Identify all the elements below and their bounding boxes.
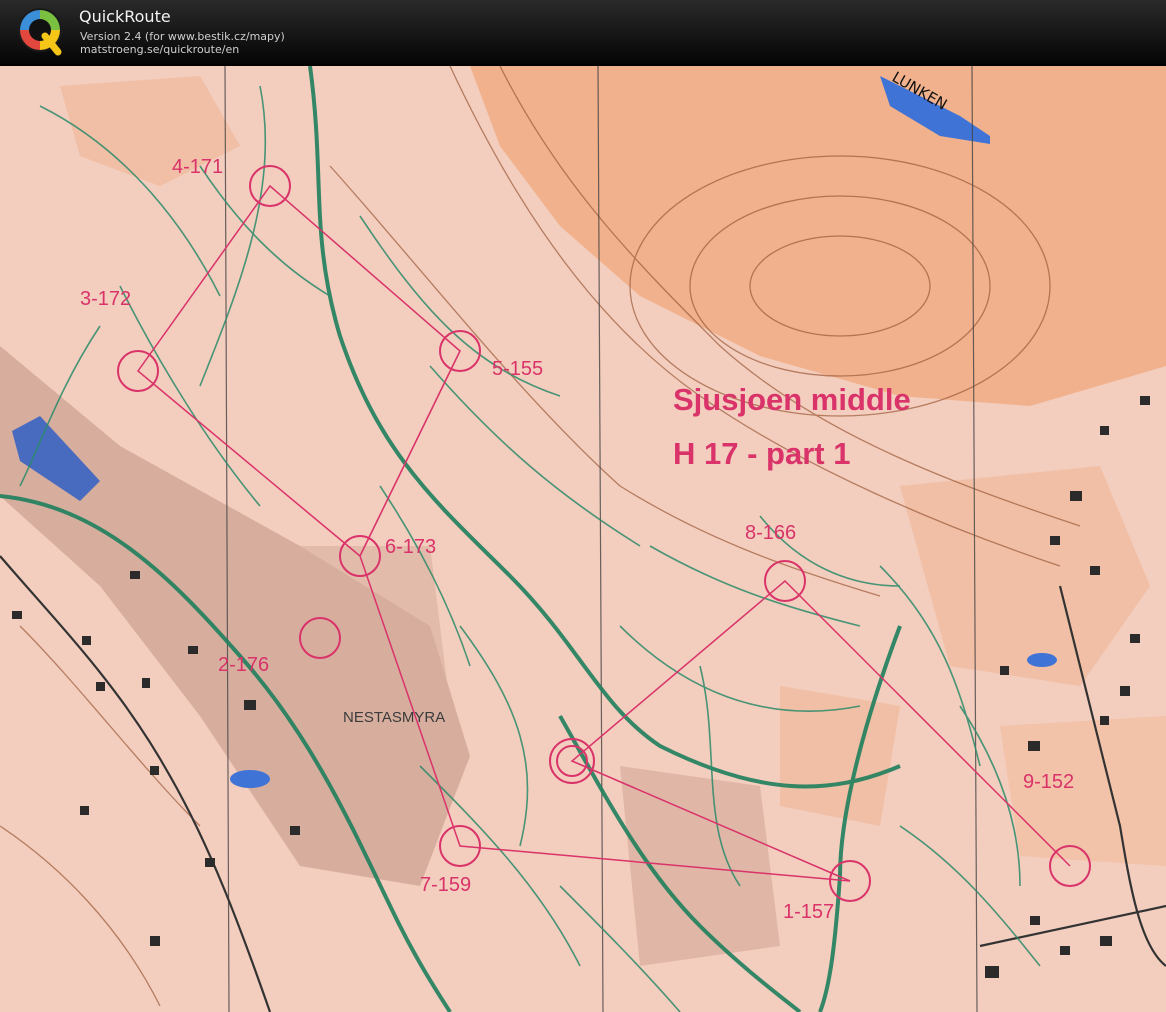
quickroute-logo-icon — [18, 8, 62, 56]
map-graphics — [0, 66, 1166, 1012]
control-label: 8-166 — [745, 522, 797, 544]
control-label: 5-155 — [492, 358, 544, 380]
control-label: 1-157 — [783, 901, 835, 923]
title-bar: QuickRoute Version 2.4 (for www.bestik.c… — [0, 0, 1166, 64]
version-text: Version 2.4 (for www.bestik.cz/mapy) — [80, 30, 285, 43]
control-label: 9-152 — [1023, 771, 1075, 793]
app-url-text: matstroeng.se/quickroute/en — [80, 43, 240, 56]
control-label: 3-172 — [80, 288, 132, 310]
place-name: NESTASMYRA — [343, 709, 446, 726]
control-label: 4-171 — [172, 156, 224, 178]
orienteering-map[interactable]: Sjusjoen middle H 17 - part 1 1-157 2-17… — [0, 66, 1166, 1012]
course-title-line1: Sjusjoen middle — [673, 382, 911, 417]
control-label: 7-159 — [420, 874, 472, 896]
course-title-line2: H 17 - part 1 — [673, 436, 851, 471]
app-name: QuickRoute — [79, 7, 171, 26]
control-label: 2-176 — [218, 654, 270, 676]
control-label: 6-173 — [385, 536, 437, 558]
